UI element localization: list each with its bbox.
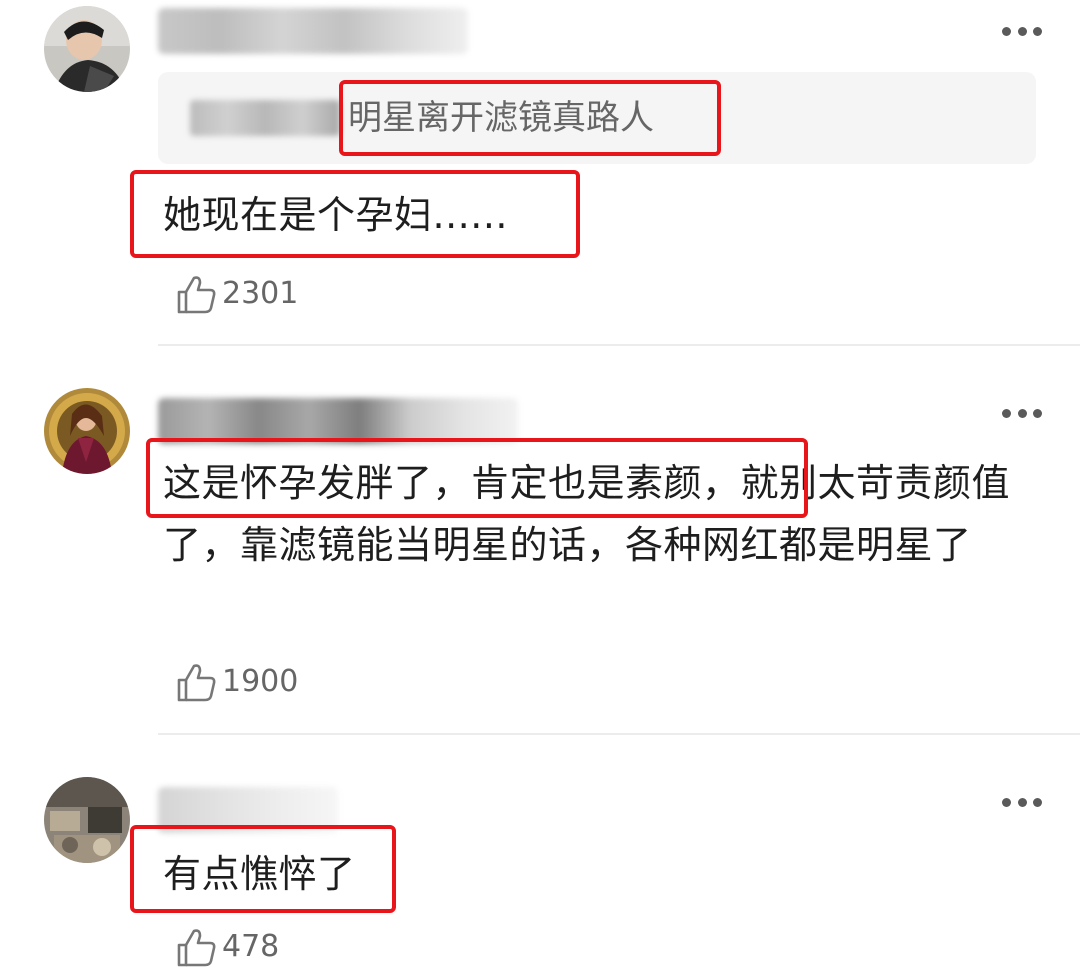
like-count: 1900: [222, 664, 299, 699]
comment-text: 有点憔悴了: [163, 852, 356, 896]
thumbs-up-icon: [177, 664, 216, 702]
more-dots-icon: [1002, 408, 1011, 418]
more-options-button[interactable]: [1002, 795, 1042, 809]
username-blurred[interactable]: [158, 8, 468, 54]
comment-3: 有点憔悴了 478: [0, 735, 1080, 976]
username-blurred[interactable]: [158, 398, 518, 444]
quoted-username-blurred: [190, 100, 340, 136]
thumbs-up-icon: [177, 929, 216, 967]
avatar-image: [44, 777, 130, 863]
more-options-button[interactable]: [1002, 24, 1042, 38]
more-dots-icon: [1002, 26, 1011, 36]
quoted-reply[interactable]: 明星离开滤镜真路人: [158, 72, 1036, 164]
like-button[interactable]: 1900: [174, 660, 298, 704]
comment-text: 这是怀孕发胖了，肯定也是素颜，就别太苛责颜值了，靠滤镜能当明星的话，各种网红都是…: [163, 461, 1011, 567]
avatar-image: [44, 388, 130, 474]
avatar[interactable]: [44, 777, 130, 863]
more-options-button[interactable]: [1002, 406, 1042, 420]
more-dots-icon: [1002, 797, 1011, 807]
avatar[interactable]: [44, 6, 130, 92]
avatar-image: [44, 6, 130, 92]
avatar[interactable]: [44, 388, 130, 474]
like-button[interactable]: 2301: [174, 272, 298, 316]
comment-2: 这是怀孕发胖了，肯定也是素颜，就别太苛责颜值了，靠滤镜能当明星的话，各种网红都是…: [0, 346, 1080, 734]
comment-text: 她现在是个孕妇......: [163, 193, 508, 237]
quoted-text: 明星离开滤镜真路人: [348, 98, 654, 138]
username-blurred[interactable]: [158, 787, 338, 833]
like-count: 2301: [222, 276, 299, 311]
comment-1: 明星离开滤镜真路人 她现在是个孕妇...... 2301: [0, 0, 1080, 346]
like-button[interactable]: 478: [174, 925, 279, 969]
thumbs-up-icon: [177, 276, 216, 314]
like-count: 478: [222, 929, 280, 964]
